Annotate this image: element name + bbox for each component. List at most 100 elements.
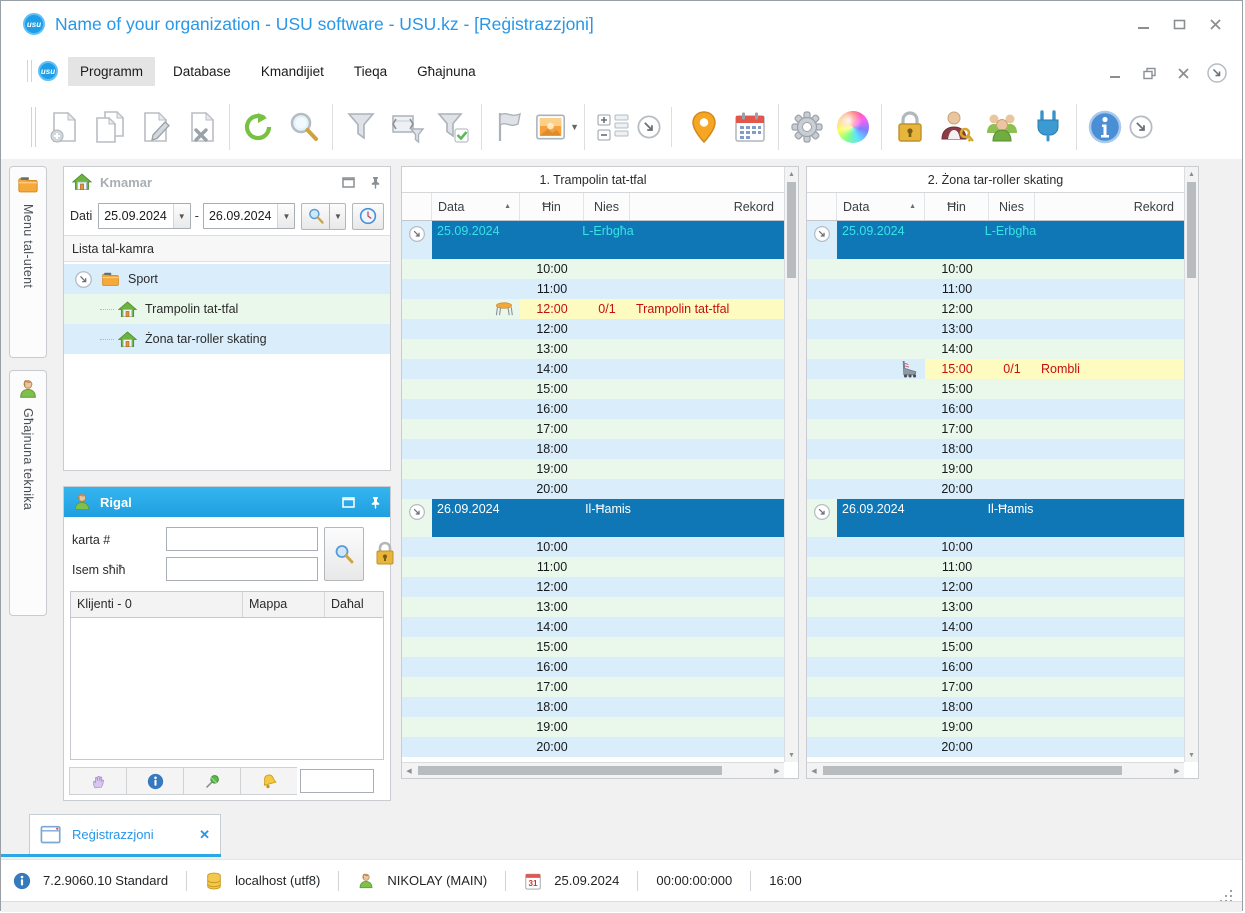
time-slot-row[interactable]: 10:00 <box>402 537 784 557</box>
time-slot-row[interactable]: 12:00 <box>807 577 1184 597</box>
menu-item-2[interactable]: Kmandijiet <box>249 57 336 86</box>
copy-record-button[interactable] <box>86 100 132 154</box>
time-slot-row[interactable]: 13:00 <box>402 339 784 359</box>
time-slot-row[interactable]: 11:00 <box>807 557 1184 577</box>
column-header-time[interactable]: Ħin <box>925 193 989 220</box>
time-slot-row[interactable]: 10:00 <box>402 259 784 279</box>
filter-button[interactable] <box>338 100 384 154</box>
date-to-combo[interactable]: 26.09.2024 ▼ <box>202 203 296 229</box>
expand-circle-icon[interactable] <box>74 270 93 289</box>
time-slot-row[interactable]: 13:00 <box>807 319 1184 339</box>
time-slot-row[interactable]: 15:00 <box>807 637 1184 657</box>
date-search-button[interactable] <box>301 202 330 230</box>
scroll-down-icon[interactable]: ▼ <box>785 748 798 762</box>
expand-circle-icon[interactable] <box>408 225 426 243</box>
info-button[interactable] <box>1082 100 1128 154</box>
date-header-row[interactable]: 26.09.2024 Il-Ħamis <box>402 499 784 537</box>
gift-quick-input[interactable] <box>300 769 374 793</box>
column-header-data[interactable]: Data ▲ <box>432 193 520 220</box>
scroll-up-icon[interactable]: ▲ <box>785 167 798 181</box>
tree-item-0[interactable]: Sport <box>64 264 390 294</box>
mdi-close-button[interactable] <box>1170 62 1196 84</box>
horizontal-scrollbar[interactable]: ◀ ▶ <box>402 762 784 778</box>
image-button[interactable]: ▼ <box>533 100 579 154</box>
chevron-down-icon[interactable]: ▼ <box>570 122 579 132</box>
vertical-scrollbar[interactable]: ▲ ▼ <box>784 167 798 762</box>
mdi-minimize-button[interactable] <box>1102 62 1128 84</box>
time-slot-row[interactable]: 11:00 <box>807 279 1184 299</box>
scroll-thumb[interactable] <box>823 766 1122 775</box>
time-slot-row[interactable]: 15:00 <box>402 637 784 657</box>
menu-item-3[interactable]: Tieqa <box>342 57 399 86</box>
client-info-button[interactable] <box>126 767 183 795</box>
menu-overflow-button[interactable] <box>1204 60 1230 86</box>
time-slot-row[interactable]: 15:00 <box>807 379 1184 399</box>
column-header-time[interactable]: Ħin <box>520 193 584 220</box>
toolbar-overflow-button-2[interactable] <box>1128 114 1154 140</box>
search-button[interactable] <box>281 100 327 154</box>
map-column-header[interactable]: Mappa <box>243 592 325 617</box>
column-header-people[interactable]: Nies <box>989 193 1035 220</box>
client-search-button[interactable] <box>324 527 364 581</box>
menu-drag-handle[interactable] <box>27 60 32 82</box>
plug-button[interactable] <box>1025 100 1071 154</box>
time-slot-row[interactable]: 12:00 <box>807 299 1184 319</box>
tree-item-2[interactable]: Żona tar-roller skating <box>64 324 390 354</box>
time-slot-row[interactable]: 13:00 <box>807 597 1184 617</box>
time-slot-row[interactable]: 16:00 <box>402 657 784 677</box>
toolbar-overflow-button[interactable] <box>636 114 662 140</box>
mdi-restore-button[interactable] <box>1136 62 1162 84</box>
chevron-down-icon[interactable]: ▼ <box>172 204 190 228</box>
tab-registration[interactable]: Reġistrazzjoni ✕ <box>29 814 221 854</box>
time-slot-row[interactable]: 17:00 <box>807 419 1184 439</box>
time-slot-row[interactable]: 19:00 <box>402 459 784 479</box>
time-slot-row[interactable]: 17:00 <box>402 677 784 697</box>
scroll-thumb[interactable] <box>418 766 722 775</box>
horizontal-scrollbar[interactable]: ◀ ▶ <box>807 762 1184 778</box>
colors-button[interactable] <box>830 100 876 154</box>
column-header-people[interactable]: Nies <box>584 193 630 220</box>
time-slot-row[interactable]: 14:00 <box>807 617 1184 637</box>
refresh-button[interactable] <box>235 100 281 154</box>
maximize-button[interactable] <box>1166 13 1192 35</box>
settings-button[interactable] <box>784 100 830 154</box>
time-slot-row[interactable]: 20:00 <box>402 479 784 499</box>
scroll-thumb[interactable] <box>1187 182 1196 278</box>
date-header-row[interactable]: 25.09.2024 L-Erbgħa <box>807 221 1184 259</box>
time-slot-row[interactable]: 11:00 <box>402 557 784 577</box>
time-slot-row[interactable]: 14:00 <box>402 617 784 637</box>
time-slot-row[interactable]: 19:00 <box>807 717 1184 737</box>
time-slot-row[interactable]: 17:00 <box>402 419 784 439</box>
filter-apply-button[interactable] <box>430 100 476 154</box>
full-name-input[interactable] <box>166 557 318 581</box>
date-header-row[interactable]: 26.09.2024 Il-Ħamis <box>807 499 1184 537</box>
time-slot-row[interactable]: 20:00 <box>807 479 1184 499</box>
time-slot-row[interactable]: 17:00 <box>807 677 1184 697</box>
time-slot-row[interactable]: 14:00 <box>402 359 784 379</box>
time-slot-row[interactable]: 18:00 <box>807 439 1184 459</box>
time-slot-row[interactable]: 18:00 <box>807 697 1184 717</box>
scroll-right-icon[interactable]: ▶ <box>1170 763 1184 778</box>
delete-record-button[interactable] <box>178 100 224 154</box>
calendar-button[interactable] <box>727 100 773 154</box>
scroll-left-icon[interactable]: ◀ <box>402 763 416 778</box>
column-header-record[interactable]: Rekord <box>630 193 784 220</box>
vertical-scrollbar[interactable]: ▲ ▼ <box>1184 167 1198 762</box>
menu-item-4[interactable]: Għajnuna <box>405 57 488 86</box>
time-slot-row[interactable]: 20:00 <box>402 737 784 757</box>
scroll-thumb[interactable] <box>787 182 796 278</box>
expand-circle-icon[interactable] <box>813 225 831 243</box>
booking-row[interactable]: 15:00 0/1 Rombli <box>807 359 1184 379</box>
menu-item-0[interactable]: Programm <box>68 56 156 86</box>
time-slot-row[interactable]: 10:00 <box>807 259 1184 279</box>
time-slot-row[interactable]: 20:00 <box>807 737 1184 757</box>
panel-maximize-icon[interactable] <box>342 496 355 509</box>
scroll-up-icon[interactable]: ▲ <box>1185 167 1198 181</box>
date-search-dropdown[interactable]: ▼ <box>329 202 347 230</box>
schedule-time-button[interactable] <box>352 202 384 230</box>
clients-column-header[interactable]: Klijenti - 0 <box>71 592 243 617</box>
time-slot-row[interactable]: 12:00 <box>402 577 784 597</box>
menu-item-1[interactable]: Database <box>161 57 243 86</box>
time-slot-row[interactable]: 16:00 <box>807 657 1184 677</box>
toolbar-drag-handle[interactable] <box>31 107 36 147</box>
